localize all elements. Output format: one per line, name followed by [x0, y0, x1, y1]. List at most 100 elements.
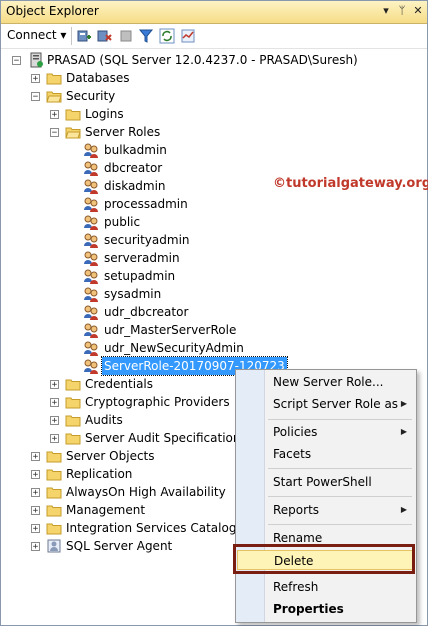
expand-icon[interactable]: +: [50, 380, 59, 390]
node-label: Integration Services Catalogs: [66, 521, 243, 535]
expand-icon[interactable]: +: [31, 488, 40, 498]
expand-icon[interactable]: +: [31, 506, 40, 516]
menu-separator: [268, 419, 412, 420]
tree-node-databases[interactable]: + Databases: [1, 69, 427, 87]
menu-item-label: Properties: [273, 602, 344, 616]
close-icon[interactable]: ✕: [411, 3, 425, 19]
node-label: Security: [66, 89, 116, 103]
server-role-icon: [84, 269, 98, 284]
menu-item-policies[interactable]: Policies ▶: [237, 422, 415, 442]
folder-icon: [46, 73, 62, 85]
delete-highlight-box: [233, 544, 415, 574]
expand-icon[interactable]: +: [50, 434, 59, 444]
connect-button[interactable]: Connect ▾: [7, 28, 66, 42]
submenu-arrow-icon: ▶: [400, 505, 407, 514]
disconnect-icon[interactable]: [96, 28, 112, 44]
tree-node-role[interactable]: sysadmin: [1, 285, 261, 303]
folder-icon: [65, 109, 81, 121]
tree-node-security[interactable]: − Security: [1, 87, 427, 105]
menu-item-label: Policies: [273, 425, 318, 439]
tree-node-role[interactable]: public: [1, 213, 261, 231]
stop-icon[interactable]: [118, 28, 134, 44]
node-label: setupadmin: [104, 269, 176, 283]
server-role-icon: [84, 305, 98, 320]
menu-item-label: New Server Role...: [273, 375, 384, 389]
node-label: udr_dbcreator: [104, 305, 189, 319]
server-role-icon: [84, 233, 98, 248]
menu-item-script-server-role[interactable]: Script Server Role as ▶: [237, 394, 415, 414]
menu-separator: [268, 496, 412, 497]
toolbar-separator: [71, 27, 72, 45]
expand-icon[interactable]: +: [50, 416, 59, 426]
toolbar: Connect ▾: [1, 24, 427, 49]
folder-icon: [65, 433, 81, 445]
node-label: Replication: [66, 467, 133, 481]
tree-node-server[interactable]: − PRASAD (SQL Server 12.0.4237.0 - PRASA…: [1, 51, 427, 69]
server-role-icon: [84, 161, 98, 176]
expand-icon[interactable]: +: [31, 524, 40, 534]
node-label: diskadmin: [104, 179, 166, 193]
refresh-icon[interactable]: [159, 28, 175, 44]
server-label: PRASAD (SQL Server 12.0.4237.0 - PRASAD\…: [47, 53, 358, 67]
menu-item-label: Script Server Role as: [273, 397, 399, 411]
expand-icon[interactable]: +: [31, 452, 40, 462]
expand-icon[interactable]: +: [31, 74, 40, 84]
menu-item-refresh[interactable]: Refresh: [237, 577, 415, 597]
collapse-icon[interactable]: −: [12, 56, 21, 66]
node-label: Databases: [66, 71, 130, 85]
folder-icon: [46, 523, 62, 535]
tree-node-server-roles[interactable]: − Server Roles: [1, 123, 427, 141]
tree-node-role[interactable]: udr_NewSecurityAdmin: [1, 339, 261, 357]
server-role-icon: [84, 143, 98, 158]
menu-item-label: Start PowerShell: [273, 475, 372, 489]
node-label: SQL Server Agent: [66, 539, 173, 553]
pin-icon[interactable]: ᛘ: [395, 3, 409, 19]
node-label: Credentials: [85, 377, 154, 391]
node-label: serveradmin: [104, 251, 180, 265]
tree-node-role[interactable]: udr_MasterServerRole: [1, 321, 261, 339]
submenu-arrow-icon: ▶: [400, 399, 407, 408]
menu-item-new-server-role[interactable]: New Server Role...: [237, 372, 415, 392]
node-label: AlwaysOn High Availability: [66, 485, 226, 499]
menu-item-start-powershell[interactable]: Start PowerShell: [237, 472, 415, 492]
context-menu: New Server Role... Script Server Role as…: [235, 369, 417, 623]
menu-item-reports[interactable]: Reports ▶: [237, 500, 415, 520]
server-role-icon: [84, 287, 98, 302]
dropdown-icon[interactable]: ▾: [379, 3, 393, 19]
server-role-icon: [84, 323, 98, 338]
title-bar: Object Explorer ▾ ᛘ ✕: [1, 1, 427, 24]
filter-icon[interactable]: [138, 28, 154, 44]
tree-node-role[interactable]: bulkadmin: [1, 141, 261, 159]
server-role-icon: [84, 197, 98, 212]
tree-node-role[interactable]: diskadmin: [1, 177, 261, 195]
server-role-icon: [84, 251, 98, 266]
expand-icon[interactable]: +: [50, 398, 59, 408]
collapse-icon[interactable]: −: [50, 128, 59, 138]
server-role-icon: [84, 341, 98, 356]
tree-node-role[interactable]: serveradmin: [1, 249, 261, 267]
node-label: udr_NewSecurityAdmin: [104, 341, 244, 355]
folder-icon: [65, 397, 81, 409]
connect-object-explorer-icon[interactable]: [76, 28, 92, 44]
tree-node-role[interactable]: udr_dbcreator: [1, 303, 261, 321]
server-role-icon: [84, 215, 98, 230]
node-label: Cryptographic Providers: [85, 395, 230, 409]
node-label: sysadmin: [104, 287, 162, 301]
expand-icon[interactable]: +: [31, 542, 40, 552]
node-label: securityadmin: [104, 233, 190, 247]
tree-node-role[interactable]: dbcreator: [1, 159, 261, 177]
tree-node-role[interactable]: processadmin: [1, 195, 261, 213]
tree-node-logins[interactable]: + Logins: [1, 105, 427, 123]
menu-item-properties[interactable]: Properties: [237, 599, 415, 619]
tree-node-role[interactable]: setupadmin: [1, 267, 261, 285]
node-label: processadmin: [104, 197, 188, 211]
node-label: bulkadmin: [104, 143, 167, 157]
activity-monitor-icon[interactable]: [180, 28, 196, 44]
menu-item-label: Facets: [273, 447, 312, 461]
expand-icon[interactable]: +: [50, 110, 59, 120]
menu-item-facets[interactable]: Facets: [237, 444, 415, 464]
expand-icon[interactable]: +: [31, 470, 40, 480]
tree-node-role[interactable]: securityadmin: [1, 231, 261, 249]
tree-node-role-selected[interactable]: ServerRole-20170907-120723: [1, 356, 288, 376]
collapse-icon[interactable]: −: [31, 92, 40, 102]
